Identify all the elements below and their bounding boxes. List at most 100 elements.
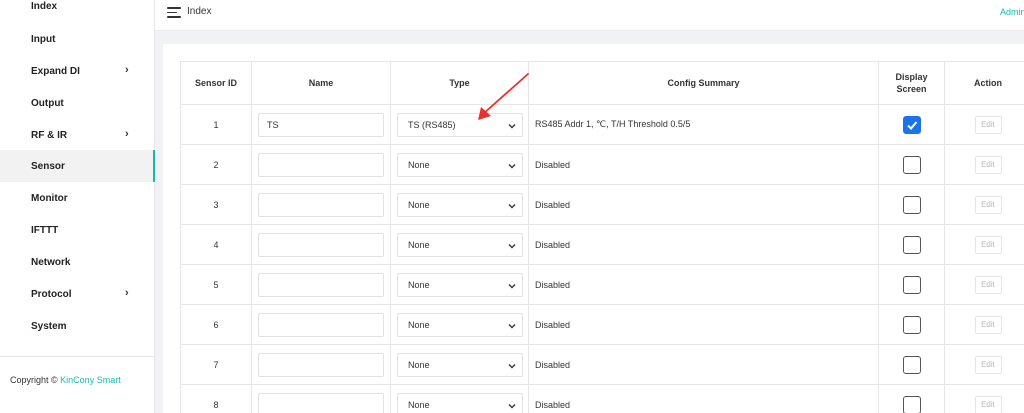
display-screen-checkbox[interactable] (902, 315, 921, 334)
display-screen-checkbox[interactable] (902, 195, 921, 214)
table-row: 7 None Disabled Edit (180, 344, 1024, 385)
chevron-right-icon: › (125, 128, 129, 140)
page-title: Index (187, 6, 212, 17)
name-input[interactable] (258, 352, 384, 377)
sidebar-item-label: System (31, 320, 67, 332)
sidebar-item-label: Network (31, 256, 71, 268)
cell-action: Edit (944, 384, 1024, 413)
name-input[interactable] (258, 312, 384, 337)
admin-link[interactable]: Admin (1000, 7, 1024, 17)
cell-name (251, 224, 391, 265)
type-select[interactable]: None (397, 192, 523, 217)
chevron-down-icon (508, 403, 516, 408)
sidebar-item-system[interactable]: System (0, 310, 155, 342)
type-select-value: None (408, 199, 430, 210)
edit-button[interactable]: Edit (974, 235, 1002, 254)
cell-type: None (390, 224, 529, 265)
type-select[interactable]: TS (RS485) (397, 112, 523, 137)
table-row: 6 None Disabled Edit (180, 304, 1024, 345)
name-input[interactable] (258, 392, 384, 413)
sidebar-item-sensor[interactable]: Sensor (0, 150, 155, 182)
sidebar-item-label: Expand DI (31, 65, 80, 77)
cell-config-summary: Disabled (528, 304, 879, 345)
type-select[interactable]: None (397, 152, 523, 177)
cell-name (251, 144, 391, 185)
edit-button[interactable]: Edit (974, 275, 1002, 294)
menu-icon[interactable] (167, 6, 181, 18)
cell-sensor-id: 2 (180, 144, 252, 185)
edit-button[interactable]: Edit (974, 355, 1002, 374)
name-input[interactable] (258, 272, 384, 297)
header-action: Action (944, 61, 1024, 105)
cell-display-screen (878, 304, 945, 345)
type-select[interactable]: None (397, 272, 523, 297)
name-input[interactable] (258, 232, 384, 257)
edit-button[interactable]: Edit (974, 155, 1002, 174)
sidebar-item-ifttt[interactable]: IFTTT (0, 214, 155, 246)
table-row: 8 None Disabled Edit (180, 384, 1024, 413)
cell-type: None (390, 344, 529, 385)
sidebar-item-expand-di[interactable]: Expand DI › (0, 55, 155, 87)
sidebar-item-monitor[interactable]: Monitor (0, 182, 155, 214)
sidebar-divider (0, 356, 155, 357)
display-screen-checkbox[interactable] (902, 395, 921, 413)
chevron-down-icon (508, 243, 516, 248)
type-select-value: None (408, 279, 430, 290)
cell-display-screen (878, 224, 945, 265)
display-screen-checkbox[interactable] (902, 115, 921, 134)
edit-button[interactable]: Edit (974, 315, 1002, 334)
sidebar-item-protocol[interactable]: Protocol › (0, 278, 155, 310)
header-display-screen-line1: Display (895, 72, 928, 82)
sidebar-item-label: Monitor (31, 192, 68, 204)
display-screen-checkbox[interactable] (902, 235, 921, 254)
type-select[interactable]: None (397, 392, 523, 413)
type-select[interactable]: None (397, 312, 523, 337)
cell-name (251, 304, 391, 345)
sidebar: Index Input Expand DI › Output RF & IR ›… (0, 0, 155, 413)
table-row: 5 None Disabled Edit (180, 264, 1024, 305)
copyright-brand-link[interactable]: KinCony Smart (60, 375, 121, 385)
header-display-screen-line2: Screen (896, 84, 927, 94)
edit-button[interactable]: Edit (974, 115, 1002, 134)
name-input[interactable] (258, 152, 384, 177)
cell-name (251, 104, 391, 145)
table-row: 3 None Disabled Edit (180, 184, 1024, 225)
content-panel: Sensor ID Name Type Config Summary Displ… (163, 44, 1024, 413)
cell-action: Edit (944, 264, 1024, 305)
cell-display-screen (878, 104, 945, 145)
display-screen-checkbox[interactable] (902, 355, 921, 374)
name-input[interactable] (258, 112, 384, 137)
header-config-summary: Config Summary (528, 61, 879, 105)
cell-config-summary: Disabled (528, 384, 879, 413)
sidebar-item-index[interactable]: Index (0, 0, 155, 22)
cell-config-summary: Disabled (528, 344, 879, 385)
cell-config-summary: Disabled (528, 224, 879, 265)
type-select-value: TS (RS485) (408, 119, 456, 130)
type-select[interactable]: None (397, 232, 523, 257)
table-row: 2 None Disabled Edit (180, 144, 1024, 185)
cell-action: Edit (944, 184, 1024, 225)
cell-display-screen (878, 344, 945, 385)
display-screen-checkbox[interactable] (902, 155, 921, 174)
type-select[interactable]: None (397, 352, 523, 377)
sidebar-item-input[interactable]: Input (0, 23, 155, 55)
app: Index Input Expand DI › Output RF & IR ›… (0, 0, 1024, 413)
sidebar-item-label: Sensor (31, 160, 65, 172)
sidebar-item-output[interactable]: Output (0, 87, 155, 119)
cell-name (251, 384, 391, 413)
cell-action: Edit (944, 144, 1024, 185)
sidebar-item-label: Output (31, 97, 64, 109)
cell-sensor-id: 5 (180, 264, 252, 305)
cell-name (251, 264, 391, 305)
top-header: Index Admin (155, 0, 1024, 31)
chevron-down-icon (508, 203, 516, 208)
name-input[interactable] (258, 192, 384, 217)
cell-type: None (390, 304, 529, 345)
edit-button[interactable]: Edit (974, 395, 1002, 413)
cell-config-summary: Disabled (528, 184, 879, 225)
sidebar-item-rf-ir[interactable]: RF & IR › (0, 119, 155, 151)
display-screen-checkbox[interactable] (902, 275, 921, 294)
edit-button[interactable]: Edit (974, 195, 1002, 214)
cell-sensor-id: 3 (180, 184, 252, 225)
sidebar-item-network[interactable]: Network (0, 246, 155, 278)
